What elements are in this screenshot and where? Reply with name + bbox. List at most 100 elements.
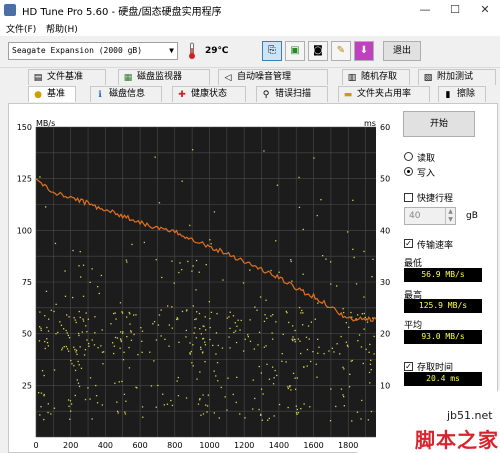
scatter-point xyxy=(272,338,274,340)
read-radio[interactable] xyxy=(404,152,413,161)
scatter-point xyxy=(202,337,205,340)
scatter-point xyxy=(122,359,125,361)
y-left-tick-label: 25 xyxy=(22,381,32,390)
scatter-point xyxy=(177,395,180,397)
scatter-point xyxy=(47,330,50,332)
scatter-point xyxy=(263,150,265,152)
write-radio[interactable] xyxy=(404,167,413,176)
scatter-point xyxy=(130,339,133,341)
scatter-point xyxy=(362,362,364,365)
scatter-point xyxy=(112,342,114,344)
scatter-point xyxy=(196,378,198,380)
scatter-point xyxy=(88,345,90,347)
scatter-point xyxy=(45,206,47,208)
short-stroke-spinner[interactable]: 40 ▲ ▼ xyxy=(404,207,456,225)
scatter-point xyxy=(130,331,132,333)
transfer-rate-checkbox[interactable]: ✓ xyxy=(404,239,413,248)
scatter-point xyxy=(292,372,295,374)
scatter-point xyxy=(68,350,70,352)
scatter-point xyxy=(266,363,268,365)
x-tick-label: 1600 xyxy=(303,441,323,450)
scatter-point xyxy=(333,351,335,353)
scatter-point xyxy=(352,199,354,201)
scatter-point xyxy=(118,381,120,383)
short-stroke-unit: gB xyxy=(466,211,478,221)
scatter-point xyxy=(77,382,80,384)
scatter-point xyxy=(363,250,365,253)
scatter-point xyxy=(289,385,291,387)
scatter-point xyxy=(142,416,144,418)
scatter-point xyxy=(363,328,365,330)
tab-extra-tests[interactable]: ▧ 附加测试 xyxy=(418,69,496,85)
scatter-point xyxy=(82,264,85,266)
scatter-point xyxy=(363,296,365,298)
scatter-point xyxy=(290,260,292,263)
scatter-point xyxy=(192,149,194,151)
scatter-point xyxy=(329,420,332,422)
scatter-point xyxy=(200,333,202,335)
scatter-point xyxy=(300,352,302,355)
scatter-point xyxy=(116,401,118,403)
scatter-point xyxy=(267,419,269,421)
scatter-point xyxy=(91,418,93,420)
scatter-point xyxy=(78,310,80,313)
scatter-point xyxy=(287,387,289,390)
scatter-point xyxy=(318,346,320,348)
scatter-point xyxy=(346,344,349,346)
tab-erase[interactable]: ▮ 擦除 xyxy=(438,86,486,102)
scatter-point xyxy=(310,360,312,363)
spinner-arrows-icon[interactable]: ▲ ▼ xyxy=(445,208,455,224)
scatter-point xyxy=(366,321,369,323)
short-stroke-checkbox[interactable] xyxy=(404,193,413,202)
scatter-point xyxy=(348,386,351,388)
scatter-point xyxy=(47,345,49,347)
scatter-point xyxy=(155,259,157,261)
scatter-point xyxy=(94,332,96,334)
scatter-point xyxy=(141,406,144,408)
scatter-point xyxy=(76,379,78,381)
scatter-point xyxy=(278,403,281,406)
scatter-point xyxy=(143,241,145,244)
scatter-point xyxy=(298,176,300,179)
scatter-point xyxy=(221,347,224,349)
watermark-url: jb51.net xyxy=(447,409,493,422)
scatter-point xyxy=(288,321,290,324)
scatter-point xyxy=(357,340,359,342)
scatter-point xyxy=(171,404,174,407)
scatter-point xyxy=(265,299,267,301)
x-ticks: 0 200 400 600 800 1000 1200 1400 1600 1800 xyxy=(33,441,358,450)
scatter-point xyxy=(116,337,119,339)
scatter-point xyxy=(218,417,220,419)
scatter-point xyxy=(167,305,169,307)
x-tick-label: 1400 xyxy=(269,441,289,450)
scatter-point xyxy=(328,350,330,352)
scatter-point xyxy=(74,394,76,397)
scatter-point xyxy=(342,308,344,310)
scatter-point xyxy=(70,410,72,412)
scatter-point xyxy=(65,345,68,348)
scatter-point xyxy=(53,407,56,409)
close-button[interactable]: ✕ xyxy=(470,0,500,20)
scatter-point xyxy=(199,371,201,373)
scatter-point xyxy=(125,259,127,261)
scatter-point xyxy=(224,396,226,398)
scatter-point xyxy=(124,413,127,415)
scatter-point xyxy=(191,270,193,272)
scatter-point xyxy=(171,306,173,308)
scatter-point xyxy=(276,184,279,186)
x-tick-label: 600 xyxy=(132,441,147,450)
minimize-button[interactable]: — xyxy=(410,0,440,20)
scatter-point xyxy=(275,240,277,242)
start-button[interactable]: 开始 xyxy=(403,111,475,137)
scatter-point xyxy=(94,316,96,318)
read-label: 读取 xyxy=(417,154,436,164)
scatter-point xyxy=(291,338,293,340)
scatter-point xyxy=(336,343,338,345)
scatter-point xyxy=(274,369,276,372)
scatter-point xyxy=(336,285,338,287)
scatter-point xyxy=(216,313,218,315)
maximize-button[interactable]: ☐ xyxy=(440,0,470,20)
scatter-point xyxy=(79,346,81,348)
scatter-point xyxy=(55,303,57,305)
access-time-checkbox[interactable]: ✓ xyxy=(404,362,413,371)
